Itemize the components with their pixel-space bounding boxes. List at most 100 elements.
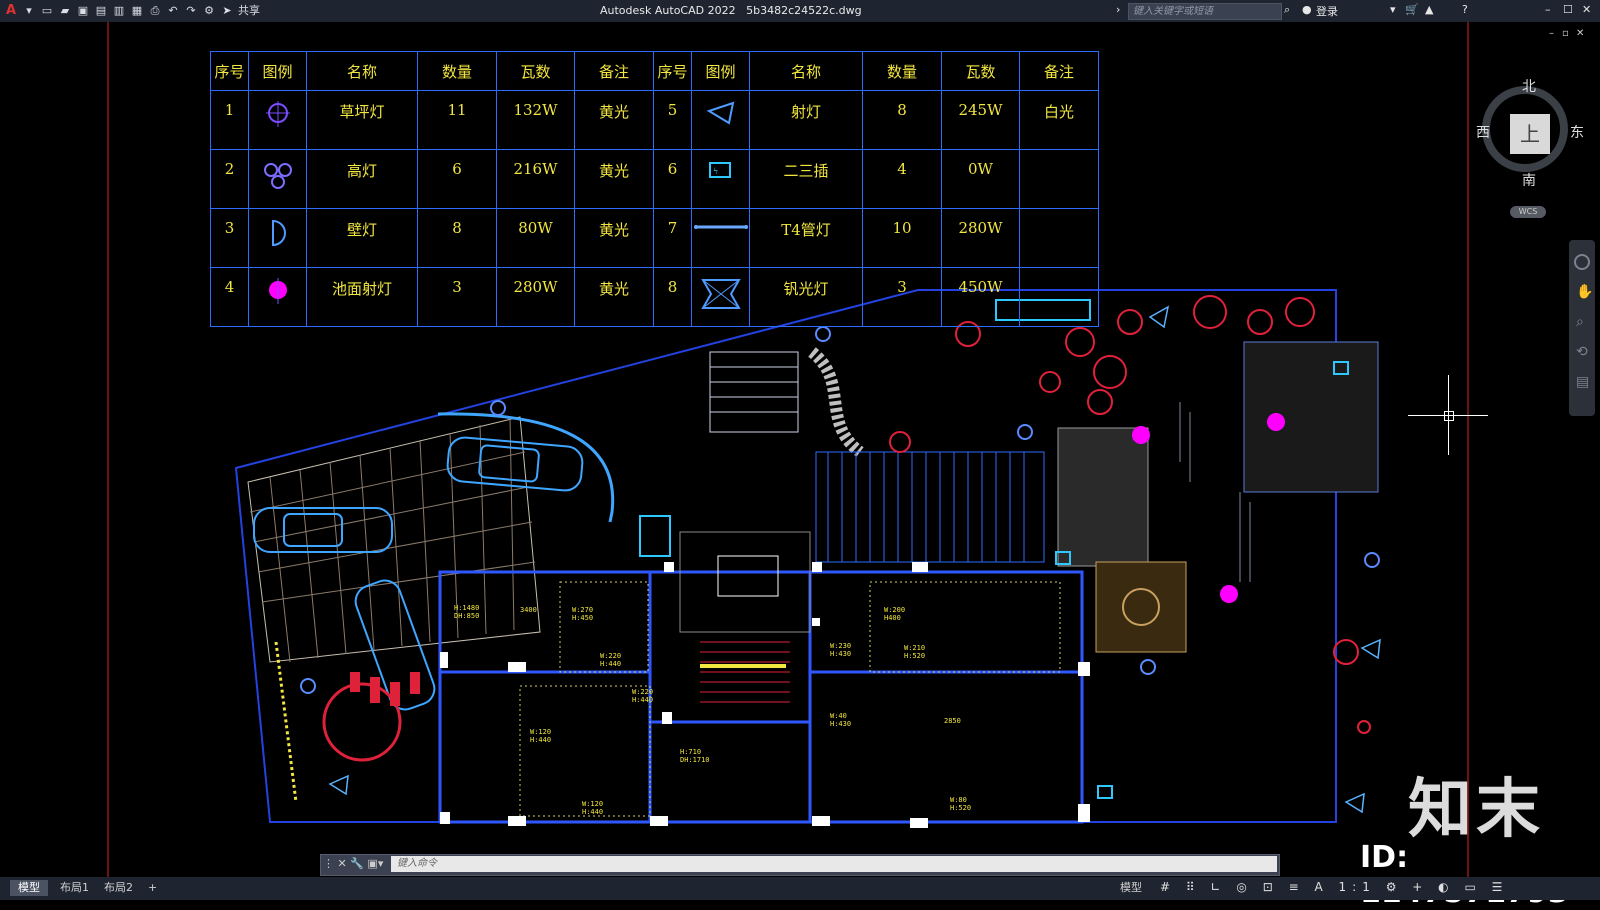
compass-north[interactable]: 北 (1522, 76, 1536, 96)
publish-icon[interactable]: ▥ (112, 4, 126, 18)
minimize-icon[interactable]: – (1545, 3, 1551, 16)
steering-wheel-icon (1574, 254, 1590, 270)
lineweight-icon[interactable]: ≡ (1289, 880, 1305, 894)
header-name: 名称 (306, 51, 418, 91)
workspace-icon[interactable]: ⚙ (202, 4, 216, 18)
fullscreen-icon[interactable]: ▭ (1464, 880, 1481, 894)
search-icon[interactable]: ⌕ (1284, 3, 1290, 17)
close-icon[interactable]: ✕ (1582, 3, 1591, 16)
add-layout-button[interactable]: + (140, 880, 165, 896)
compass-south[interactable]: 南 (1522, 170, 1536, 190)
chevron-down-icon[interactable]: ▾ (1390, 3, 1396, 16)
share-label[interactable]: 共享 (238, 4, 260, 18)
tab-layout1[interactable]: 布局1 (52, 880, 97, 896)
scale-label[interactable]: 1:1 (1339, 880, 1376, 894)
close-icon[interactable]: ✕ (338, 857, 347, 870)
high-lamp-icon (248, 149, 307, 209)
command-line[interactable]: ⋮ ✕ 🔧 ▣▾ 键入命令 (320, 854, 1280, 876)
high-lamp-symbols (300, 326, 1380, 694)
new-file-icon[interactable]: ▭ (40, 4, 54, 18)
row-note: 黄光 (574, 90, 654, 150)
row-name: 钒光灯 (749, 267, 863, 327)
dim-label: W:270 H:450 (572, 606, 593, 622)
viewcube[interactable]: 上 北 南 西 东 WCS (1470, 76, 1590, 218)
zoom-icon: ⌕ (1576, 314, 1584, 330)
row-no: 3 (210, 208, 249, 268)
chevron-down-icon[interactable]: ▾ (22, 4, 36, 18)
dim-label: W:220 H:440 (600, 652, 621, 668)
osnap-icon[interactable]: ⊡ (1263, 880, 1279, 894)
row-name: 射灯 (749, 90, 863, 150)
row-note: 黄光 (574, 208, 654, 268)
redo-icon[interactable]: ↷ (184, 4, 198, 18)
row-no: 4 (210, 267, 249, 327)
viewcube-top-face[interactable]: 上 (1510, 114, 1550, 154)
row-no: 8 (653, 267, 692, 327)
row-note: 黄光 (574, 149, 654, 209)
cart-icon[interactable]: 🛒 (1405, 3, 1419, 16)
dim-label: H:710 DH:1710 (680, 748, 710, 764)
row-no: 7 (653, 208, 692, 268)
row-note: 白光 (1019, 90, 1099, 150)
header-symbol: 图例 (248, 51, 307, 91)
compass-west[interactable]: 西 (1476, 122, 1490, 142)
tab-layout2[interactable]: 布局2 (96, 880, 141, 896)
quick-access-toolbar: A ▾ ▭ ▰ ▣ ▤ ▥ ▦ ⎙ ↶ ↷ ⚙ ➤ 共享 (0, 4, 260, 18)
row-watt: 280W (941, 208, 1020, 268)
save-icon[interactable]: ▣ (76, 4, 90, 18)
maximize-icon[interactable]: ☐ (1563, 3, 1573, 16)
dim-label: W:120 H:440 (582, 800, 603, 816)
header-watt: 瓦数 (941, 51, 1020, 91)
header-qty: 数量 (417, 51, 497, 91)
row-name: 二三插 (749, 149, 863, 209)
autocad-logo-icon[interactable]: A (4, 4, 18, 18)
isolate-icon[interactable]: ◐ (1438, 880, 1454, 894)
site-boundary (234, 289, 1337, 823)
grip-icon[interactable]: ⋮ (323, 857, 334, 870)
open-folder-icon[interactable]: ▰ (58, 4, 72, 18)
dim-label: W:230 H:430 (830, 642, 851, 658)
share-icon[interactable]: ➤ (220, 4, 234, 18)
save-as-icon[interactable]: ▤ (94, 4, 108, 18)
legend-row: 4 池面射灯 3 280W 黄光 8 钒光灯 3 450W (210, 267, 1099, 327)
row-no: 5 (653, 90, 692, 150)
wcs-dropdown[interactable]: WCS (1510, 206, 1546, 218)
compass-east[interactable]: 东 (1570, 122, 1584, 142)
user-icon[interactable]: ● (1302, 3, 1312, 16)
menu-icon[interactable]: ☰ (1492, 880, 1509, 894)
row-qty: 10 (862, 208, 942, 268)
polar-icon[interactable]: ◎ (1236, 880, 1252, 894)
dim-label: W:220 H:440 (632, 688, 653, 704)
t4-tube-icon (691, 208, 750, 268)
help-icon[interactable]: ? (1462, 3, 1468, 16)
plus-icon[interactable]: + (1412, 880, 1428, 894)
navigation-bar[interactable]: ✋ ⌕ ⟲ ▤ (1569, 240, 1595, 416)
undo-icon[interactable]: ↶ (166, 4, 180, 18)
row-watt: 132W (496, 90, 575, 150)
svg-text:✕: ✕ (1576, 28, 1584, 39)
gear-icon[interactable]: ⚙ (1386, 880, 1403, 894)
login-button[interactable]: 登录 (1316, 3, 1338, 19)
command-input[interactable]: 键入命令 (391, 856, 1277, 872)
command-history-icon[interactable]: ▣▾ (367, 857, 383, 870)
plot-icon[interactable]: ▦ (130, 4, 144, 18)
wrench-icon[interactable]: 🔧 (350, 857, 364, 870)
annotation-icon[interactable]: A (1315, 880, 1329, 894)
deck (815, 451, 1045, 563)
drawing-canvas[interactable]: – ▫ ✕ H:1480 DH:850 W:270 H:450 W:220 H:… (0, 22, 1600, 877)
chevron-right-icon[interactable]: › (1116, 3, 1120, 16)
search-input[interactable]: 键入关键字或短语 (1128, 3, 1282, 20)
grid-icon[interactable]: # (1160, 880, 1176, 894)
status-toolbar: # ⠿ ∟ ◎ ⊡ ≡ A 1:1 ⚙ + ◐ ▭ ☰ (1120, 880, 1508, 894)
print-icon[interactable]: ⎙ (148, 4, 162, 18)
wall-lamp-icon (248, 208, 307, 268)
ortho-icon[interactable]: ∟ (1211, 880, 1227, 894)
lawn-lamp-icon (248, 90, 307, 150)
tab-model[interactable]: 模型 (10, 880, 48, 896)
header-name: 名称 (749, 51, 863, 91)
snap-icon[interactable]: ⠿ (1186, 880, 1201, 894)
autodesk-a360-icon[interactable]: ▲ (1425, 3, 1433, 16)
red-garden-left (322, 672, 420, 762)
row-watt: 245W (941, 90, 1020, 150)
header-no: 序号 (210, 51, 249, 91)
